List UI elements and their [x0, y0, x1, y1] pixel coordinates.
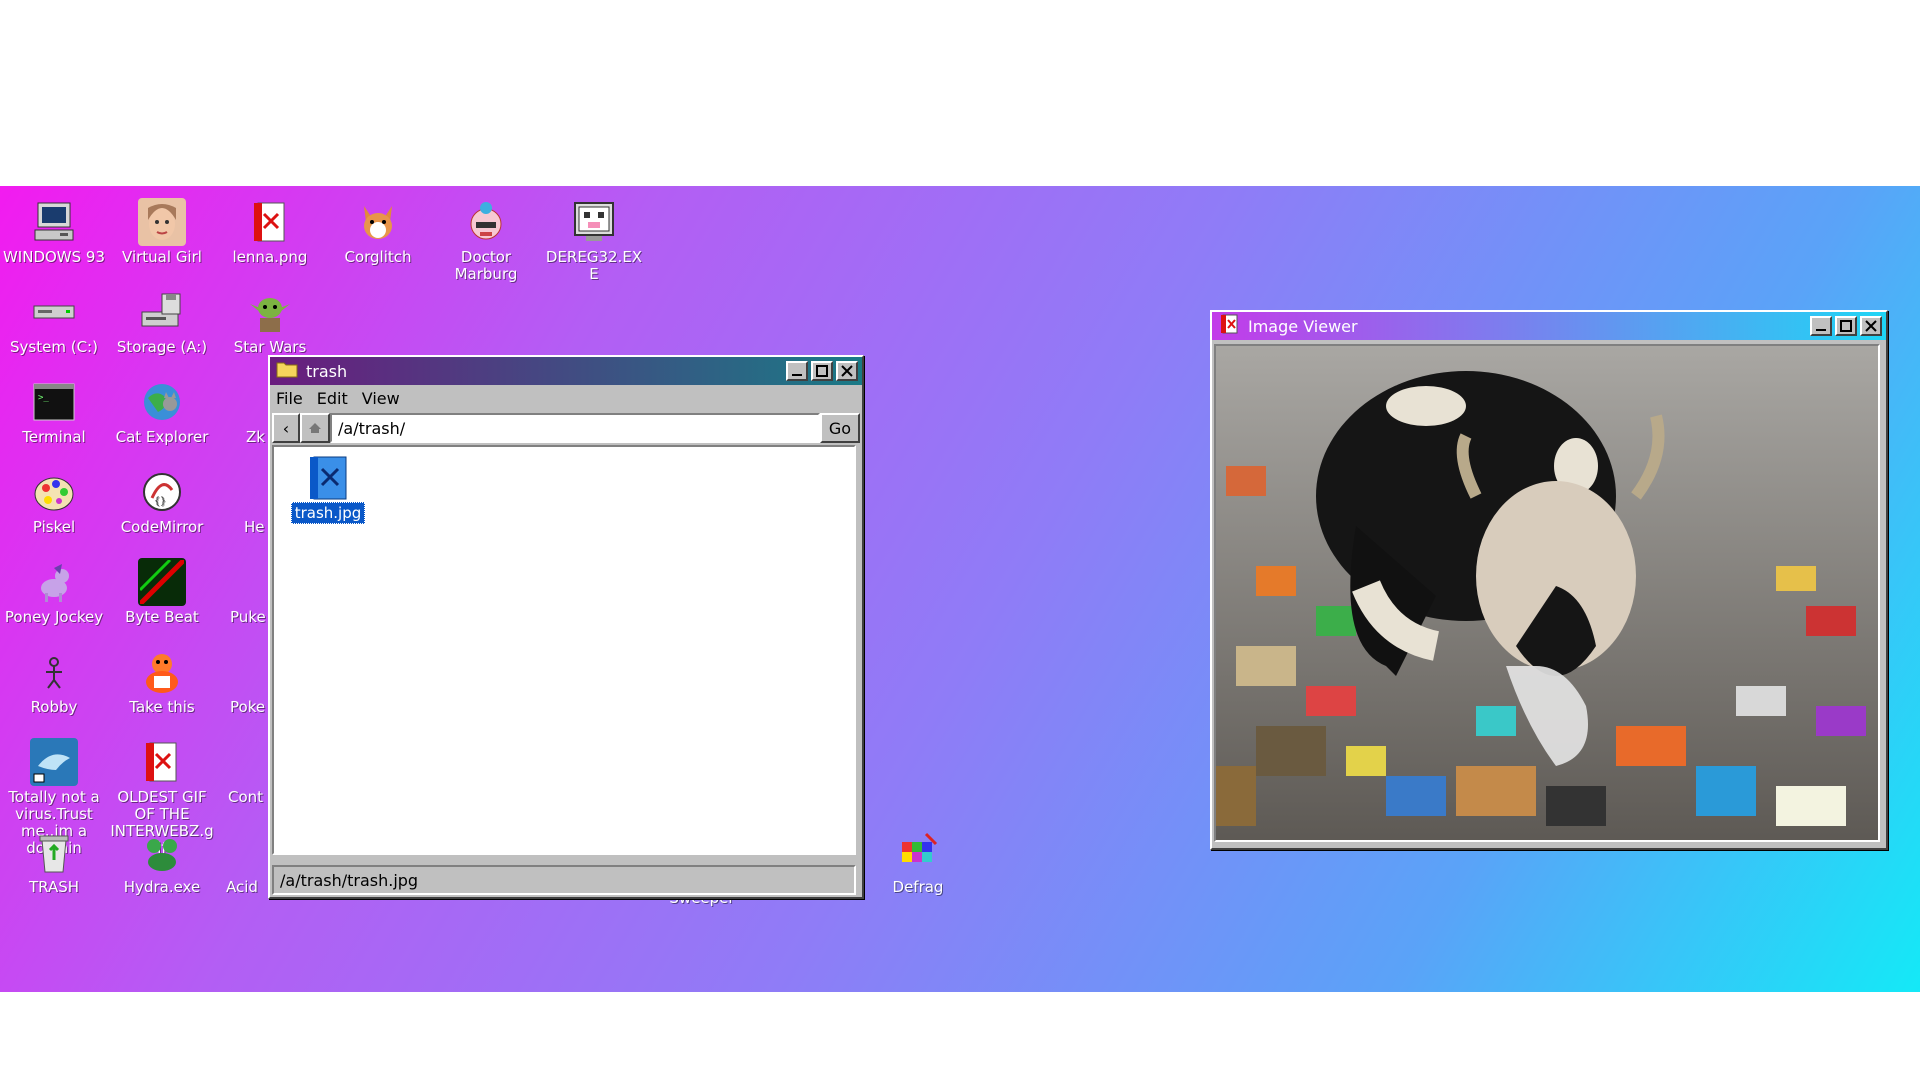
explorer-titlebar[interactable]: trash: [270, 357, 862, 385]
computer-icon: [30, 198, 78, 246]
minimize-button[interactable]: [1810, 316, 1832, 336]
stickman-icon: [30, 648, 78, 696]
maximize-button[interactable]: [811, 361, 833, 381]
icon-label: Hydra.exe: [123, 878, 201, 896]
desktop-icon-poney-jockey[interactable]: Poney Jockey: [0, 552, 108, 626]
duck-icon: [138, 648, 186, 696]
icon-label: DEREG32.EXE: [545, 248, 643, 283]
icon-label: Virtual Girl: [122, 248, 202, 266]
menu-view[interactable]: View: [362, 389, 400, 408]
desktop-icon-doctor-marburg[interactable]: Doctor Marburg: [432, 192, 540, 283]
corgi-icon: [354, 198, 402, 246]
face-icon: [138, 198, 186, 246]
address-bar: ‹ /a/trash/ Go: [270, 411, 862, 445]
drive-icon: [30, 288, 78, 336]
icon-label: System (C:): [10, 338, 98, 356]
desktop-icon-windows93[interactable]: WINDOWS 93: [0, 192, 108, 266]
icon-label: Corglitch: [344, 248, 412, 266]
minimize-button[interactable]: [786, 361, 808, 381]
image-file-icon: [246, 198, 294, 246]
back-arrow-icon: ‹: [282, 418, 290, 438]
pony-icon: [30, 558, 78, 606]
doctor-icon: [462, 198, 510, 246]
hydra-icon: [138, 828, 186, 876]
codemirror-icon: {}: [138, 468, 186, 516]
desktop-icon-byte-beat[interactable]: Byte Beat: [108, 552, 216, 626]
icon-label: TRASH: [28, 878, 80, 896]
file-list-pane[interactable]: trash.jpg: [272, 445, 856, 855]
folder-icon: [276, 360, 298, 382]
home-icon: [308, 419, 322, 438]
status-bar: /a/trash/trash.jpg: [272, 865, 856, 895]
desktop-icon-cat-explorer[interactable]: Cat Explorer: [108, 372, 216, 446]
image-file-icon: [138, 738, 186, 786]
cow-in-trash-image: [1214, 344, 1880, 842]
window-title: Image Viewer: [1248, 316, 1358, 336]
dolphin-icon: [30, 738, 78, 786]
desktop-icon-terminal[interactable]: >_ Terminal: [0, 372, 108, 446]
icon-label: Defrag: [892, 878, 944, 896]
image-file-icon: [304, 453, 352, 503]
desktop-icon-hydra[interactable]: Hydra.exe: [108, 822, 216, 896]
image-file-icon: [1218, 313, 1240, 339]
status-text: /a/trash/trash.jpg: [280, 870, 419, 890]
desktop-icon-dereg32[interactable]: DEREG32.EXE: [540, 192, 648, 283]
desktop-icon-corglitch[interactable]: Corglitch: [324, 192, 432, 266]
icon-label: Take this: [129, 698, 195, 716]
image-viewer-window[interactable]: Image Viewer: [1210, 310, 1888, 850]
terminal-icon: >_: [30, 378, 78, 426]
desktop: WINDOWS 93 System (C:) >_ Terminal Piske…: [0, 186, 1920, 992]
menu-file[interactable]: File: [276, 389, 303, 408]
icon-label: Star Wars: [233, 338, 307, 356]
icon-label: Doctor Marburg: [454, 248, 518, 283]
menu-bar: File Edit View: [270, 385, 862, 411]
close-button[interactable]: [836, 361, 858, 381]
desktop-icon-robby[interactable]: Robby: [0, 642, 108, 716]
path-value: /a/trash/: [338, 418, 406, 438]
go-button[interactable]: Go: [820, 413, 860, 443]
icon-label: Terminal: [22, 428, 86, 446]
desktop-icon-storage-a[interactable]: Storage (A:): [108, 282, 216, 356]
back-button[interactable]: ‹: [272, 413, 300, 443]
home-button[interactable]: [300, 413, 330, 443]
cat-globe-icon: [138, 378, 186, 426]
icon-label: Robby: [30, 698, 78, 716]
bytebeat-icon: [138, 558, 186, 606]
icon-label: Storage (A:): [116, 338, 208, 356]
file-name: trash.jpg: [290, 502, 366, 524]
monster-screen-icon: [570, 198, 618, 246]
icon-label: Byte Beat: [125, 608, 199, 626]
icon-label: Piskel: [32, 518, 76, 536]
svg-text:{}: {}: [154, 496, 166, 507]
defrag-icon: [894, 828, 942, 876]
icon-label: WINDOWS 93: [2, 248, 106, 266]
palette-icon: [30, 468, 78, 516]
desktop-icon-piskel[interactable]: Piskel: [0, 462, 108, 536]
svg-text:>_: >_: [38, 393, 49, 403]
icon-label: Cat Explorer: [115, 428, 209, 446]
desktop-icon-defrag[interactable]: Defrag: [864, 822, 972, 896]
viewer-titlebar[interactable]: Image Viewer: [1212, 312, 1886, 340]
floppy-drive-icon: [138, 288, 186, 336]
path-input[interactable]: /a/trash/: [330, 413, 820, 443]
menu-edit[interactable]: Edit: [317, 389, 348, 408]
icon-label: Poney Jockey: [4, 608, 104, 626]
desktop-icon-virtual-girl[interactable]: Virtual Girl: [108, 192, 216, 266]
go-label: Go: [828, 418, 852, 438]
icon-label: lenna.png: [232, 248, 308, 266]
desktop-icon-star-wars[interactable]: Star Wars: [216, 282, 324, 356]
desktop-icon-take-this[interactable]: Take this: [108, 642, 216, 716]
window-title: trash: [306, 361, 348, 381]
yoda-icon: [246, 288, 294, 336]
close-button[interactable]: [1860, 316, 1882, 336]
desktop-icon-codemirror[interactable]: {} CodeMirror: [108, 462, 216, 536]
desktop-icon-trash[interactable]: TRASH: [0, 822, 108, 896]
file-item[interactable]: trash.jpg: [290, 453, 366, 524]
explorer-window[interactable]: trash File Edit View ‹ /a/trash/ Go tras…: [268, 355, 864, 899]
recycle-bin-icon: [30, 828, 78, 876]
desktop-icon-system-c[interactable]: System (C:): [0, 282, 108, 356]
desktop-icon-lenna[interactable]: lenna.png: [216, 192, 324, 266]
maximize-button[interactable]: [1835, 316, 1857, 336]
icon-label: CodeMirror: [120, 518, 204, 536]
